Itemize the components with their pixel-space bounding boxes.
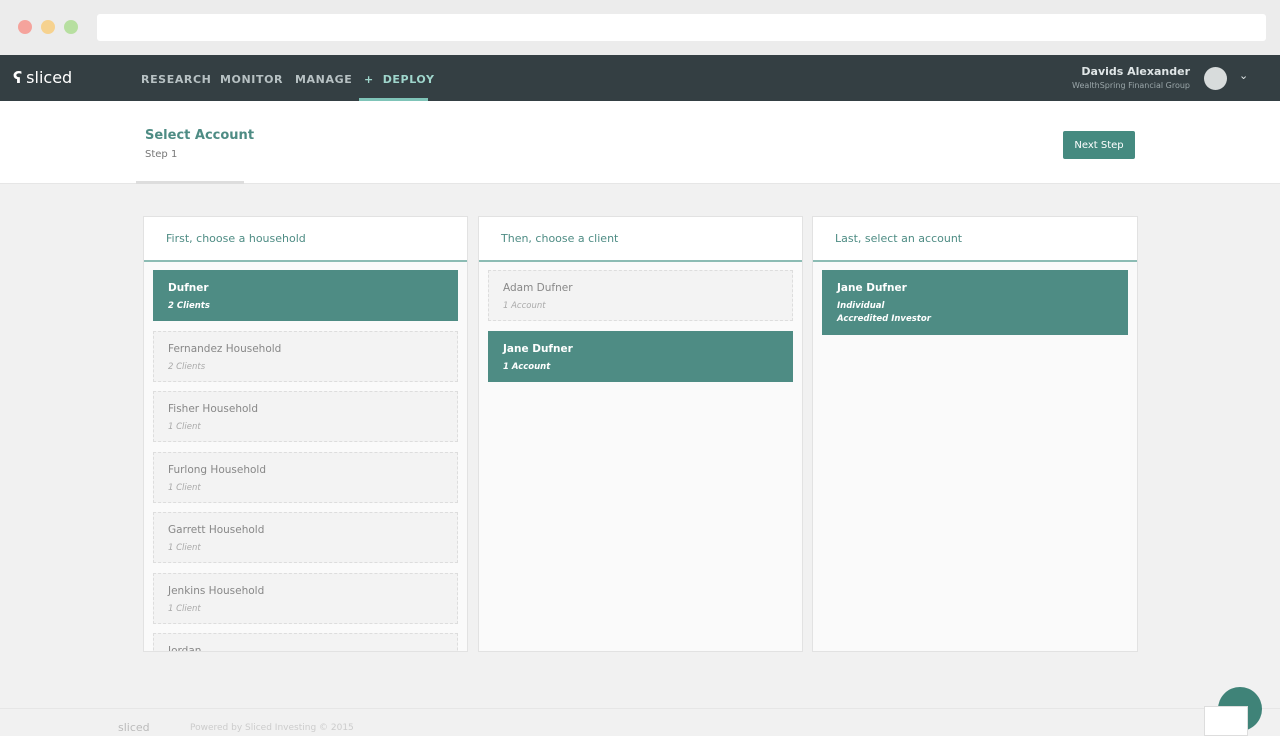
card-name: Jane Dufner	[837, 282, 907, 294]
top-nav: ʕ sliced RESEARCH MONITOR MANAGE + DEPLOY…	[0, 55, 1280, 101]
minimize-window-button[interactable]	[41, 20, 55, 34]
household-card[interactable]: Fernandez Household 2 Clients	[153, 330, 458, 382]
card-detail: 1 Account	[503, 301, 546, 311]
column-title: Last, select an account	[813, 217, 1137, 262]
card-detail: 1 Client	[168, 422, 201, 432]
recaptcha-badge-icon[interactable]	[1204, 706, 1248, 736]
client-card[interactable]: Adam Dufner 1 Account	[488, 270, 793, 321]
address-bar[interactable]	[97, 14, 1266, 41]
next-step-button[interactable]: Next Step	[1063, 131, 1135, 159]
card-name: Garrett Household	[168, 524, 265, 536]
column-title: First, choose a household	[144, 217, 467, 262]
nav-monitor[interactable]: MONITOR	[220, 73, 283, 86]
account-card[interactable]: Jane Dufner Individual Accredited Investor	[822, 270, 1128, 335]
card-detail: 1 Client	[168, 543, 201, 553]
logo-text: sliced	[26, 68, 73, 87]
card-name: Jane Dufner	[503, 342, 573, 355]
card-detail: 1 Client	[168, 603, 201, 614]
card-name: Fernandez Household	[168, 342, 282, 355]
household-card[interactable]: Dufner 2 Clients	[153, 270, 458, 321]
footer: sliced Powered by Sliced Investing © 201…	[0, 708, 1280, 734]
sliced-logo-icon: ʕ	[13, 68, 23, 87]
nav-deploy-label: DEPLOY	[382, 73, 435, 86]
card-detail: 1 Account	[503, 361, 551, 372]
card-name: Jordan	[168, 645, 202, 652]
plus-icon: +	[364, 73, 383, 86]
chevron-down-icon[interactable]: ⌄	[1239, 69, 1248, 82]
card-name: Furlong Household	[168, 463, 267, 476]
card-name: Fisher Household	[168, 403, 258, 415]
client-column: Then, choose a client Adam Dufner 1 Accoun…	[478, 216, 803, 652]
household-column: First, choose a household Dufner 2 Clients…	[143, 216, 468, 652]
client-card[interactable]: Jane Dufner 1 Account	[488, 330, 793, 382]
card-name: Jenkins Household	[168, 584, 265, 597]
user-org: WealthSpring Financial Group	[1072, 81, 1190, 90]
card-detail: 2 Clients	[168, 301, 210, 311]
nav-manage[interactable]: MANAGE	[295, 73, 352, 86]
card-detail: Individual	[837, 301, 885, 311]
logo[interactable]: ʕ sliced	[13, 68, 72, 87]
step-progress	[136, 181, 244, 184]
card-name: Dufner	[168, 282, 209, 294]
step-label: Step 1	[145, 149, 178, 160]
household-card[interactable]: Jordan	[153, 633, 458, 652]
maximize-window-button[interactable]	[64, 20, 78, 34]
household-card[interactable]: Jenkins Household 1 Client	[153, 572, 458, 624]
page-header: Select Account Step 1 Next Step	[0, 101, 1280, 184]
page-title: Select Account	[145, 128, 255, 143]
close-window-button[interactable]	[18, 20, 32, 34]
nav-research[interactable]: RESEARCH	[141, 73, 211, 86]
household-card[interactable]: Furlong Household 1 Client	[153, 451, 458, 503]
card-detail: 2 Clients	[168, 361, 206, 372]
user-name: Davids Alexander	[1081, 65, 1190, 78]
footer-text: Powered by Sliced Investing © 2015	[190, 723, 354, 733]
card-detail: 1 Client	[168, 482, 201, 493]
household-card[interactable]: Garrett Household 1 Client	[153, 512, 458, 563]
household-card[interactable]: Fisher Household 1 Client	[153, 391, 458, 442]
browser-chrome	[0, 0, 1280, 55]
user-info[interactable]: Davids Alexander WealthSpring Financial …	[1072, 65, 1190, 90]
account-column: Last, select an account Jane Dufner Indivi…	[812, 216, 1138, 652]
footer-logo: sliced	[118, 721, 150, 734]
card-detail: Accredited Investor	[837, 314, 931, 324]
column-title: Then, choose a client	[479, 217, 802, 262]
card-name: Adam Dufner	[503, 282, 573, 294]
avatar[interactable]	[1204, 67, 1227, 90]
nav-deploy[interactable]: + DEPLOY	[364, 73, 435, 86]
